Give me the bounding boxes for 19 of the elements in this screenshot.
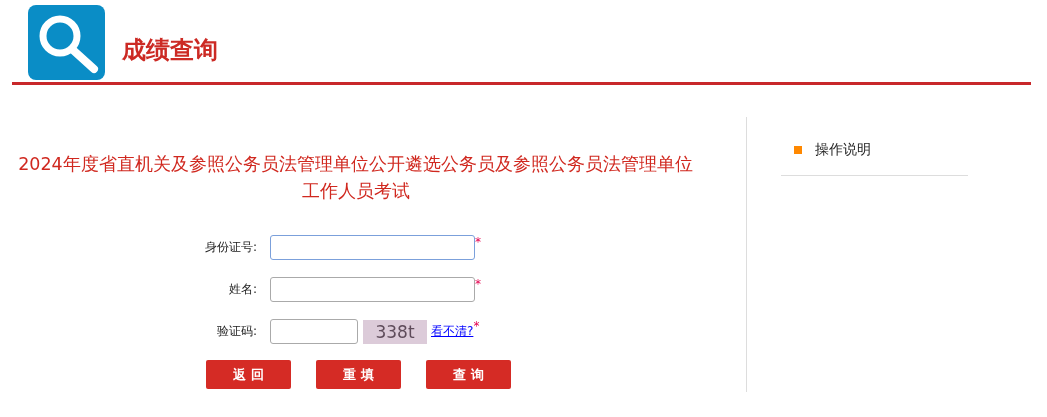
field-label: 姓名: — [227, 281, 258, 298]
field-label: 验证码: — [215, 323, 258, 340]
search-icon — [28, 5, 105, 80]
sidebar-item[interactable]: 操作说明 — [815, 141, 871, 159]
input-field[interactable] — [270, 235, 475, 260]
page-title: 成绩查询 — [122, 35, 218, 66]
form-button[interactable]: 查 询 — [426, 360, 511, 389]
form-button[interactable]: 重 填 — [316, 360, 401, 389]
bullet-icon — [794, 146, 802, 154]
form-button[interactable]: 返 回 — [206, 360, 291, 389]
input-field[interactable] — [270, 277, 475, 302]
required-mark: * — [475, 235, 481, 249]
refresh-captcha-link[interactable]: 看不清? — [431, 323, 474, 340]
exam-title: 2024年度省直机关及参照公务员法管理单位公开遴选公务员及参照公务员法管理单位工作人员考试 — [17, 153, 694, 203]
required-mark: * — [475, 277, 481, 291]
captcha-image: 338t — [363, 319, 427, 344]
required-mark: * — [473, 319, 480, 333]
field-label: 身份证号: — [203, 239, 258, 256]
captcha-field[interactable] — [270, 319, 358, 344]
